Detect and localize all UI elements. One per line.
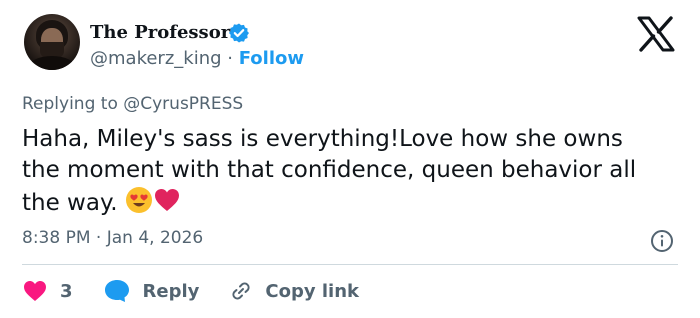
display-name[interactable]: The Professor — [90, 22, 230, 43]
like-button[interactable]: 3 — [22, 279, 73, 303]
handle-row: @makerz_king · Follow — [90, 48, 304, 69]
avatar[interactable] — [24, 14, 80, 70]
tweet-time: 8:38 PM — [22, 228, 91, 248]
user-handle[interactable]: @makerz_king — [90, 48, 222, 69]
reply-button[interactable]: Reply — [103, 278, 200, 304]
replying-to: Replying to @CyrusPRESS — [22, 94, 243, 114]
heart-eyes-emoji — [125, 187, 152, 213]
copy-link-label: Copy link — [265, 280, 359, 302]
verified-badge-icon — [229, 23, 249, 43]
copy-link-button[interactable]: Copy link — [229, 279, 359, 303]
timestamp-separator: · — [95, 228, 102, 248]
replying-mention[interactable]: @CyrusPRESS — [123, 94, 243, 114]
tweet-text: Haha, Miley's sass is everything!Love ho… — [22, 124, 662, 219]
action-bar: 3 Reply Copy link — [22, 276, 359, 306]
replying-prefix: Replying to — [22, 94, 118, 114]
heart-icon — [24, 281, 46, 301]
reply-label: Reply — [142, 280, 200, 302]
link-icon — [232, 282, 250, 300]
divider — [22, 264, 678, 265]
tweet-timestamp[interactable]: 8:38 PM · Jan 4, 2026 — [22, 228, 203, 248]
info-icon[interactable] — [650, 229, 674, 253]
speech-bubble-icon — [104, 280, 129, 302]
tweet-date: Jan 4, 2026 — [106, 228, 204, 248]
x-logo-icon[interactable] — [636, 16, 676, 52]
red-heart-emoji — [154, 189, 179, 211]
follow-button[interactable]: Follow — [239, 48, 304, 69]
separator-dot: · — [227, 48, 233, 69]
tweet-body: Haha, Miley's sass is everything!Love ho… — [22, 126, 637, 216]
like-count: 3 — [60, 280, 73, 302]
